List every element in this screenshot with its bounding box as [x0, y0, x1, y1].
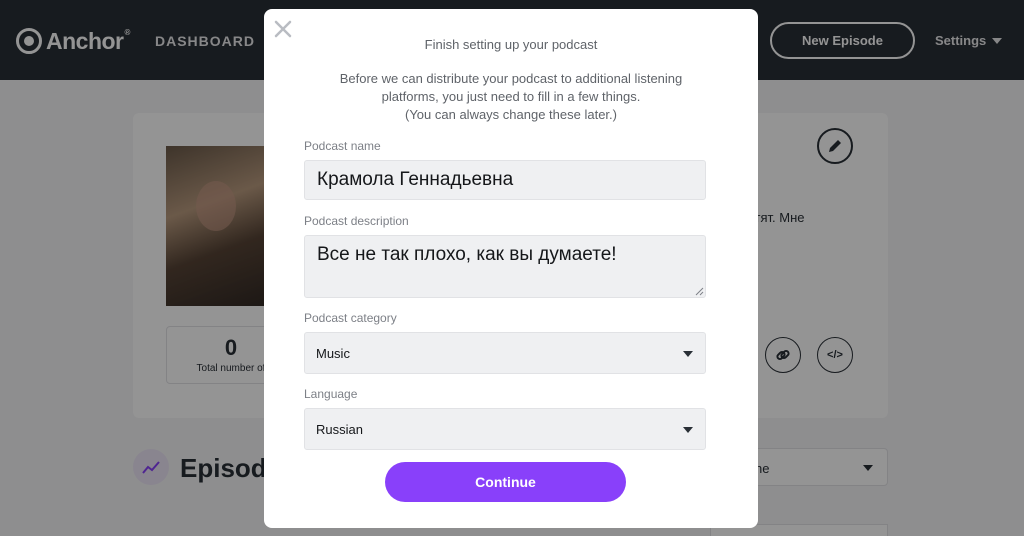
podcast-category-select[interactable]: Music [304, 332, 706, 374]
continue-button[interactable]: Continue [385, 462, 626, 502]
modal-intro-text: Before we can distribute your podcast to… [290, 70, 732, 124]
intro-line: Before we can distribute your podcast to… [339, 71, 683, 86]
close-icon [274, 20, 292, 38]
intro-line: (You can always change these later.) [405, 107, 617, 122]
podcast-description-label: Podcast description [304, 214, 409, 228]
chevron-down-icon [683, 427, 693, 433]
language-select[interactable]: Russian [304, 408, 706, 450]
category-selected-value: Music [316, 345, 350, 361]
intro-line: platforms, you just need to fill in a fe… [381, 89, 641, 104]
podcast-description-textarea[interactable]: Все не так плохо, как вы думаете! [304, 235, 706, 298]
modal-title: Finish setting up your podcast [424, 37, 598, 52]
language-label: Language [304, 387, 358, 401]
podcast-name-input[interactable] [304, 160, 706, 200]
podcast-category-label: Podcast category [304, 311, 397, 325]
podcast-name-label: Podcast name [304, 139, 381, 153]
resize-grip-icon[interactable] [695, 287, 704, 296]
chevron-down-icon [683, 351, 693, 357]
language-selected-value: Russian [316, 421, 363, 437]
close-modal-button[interactable] [273, 19, 293, 39]
